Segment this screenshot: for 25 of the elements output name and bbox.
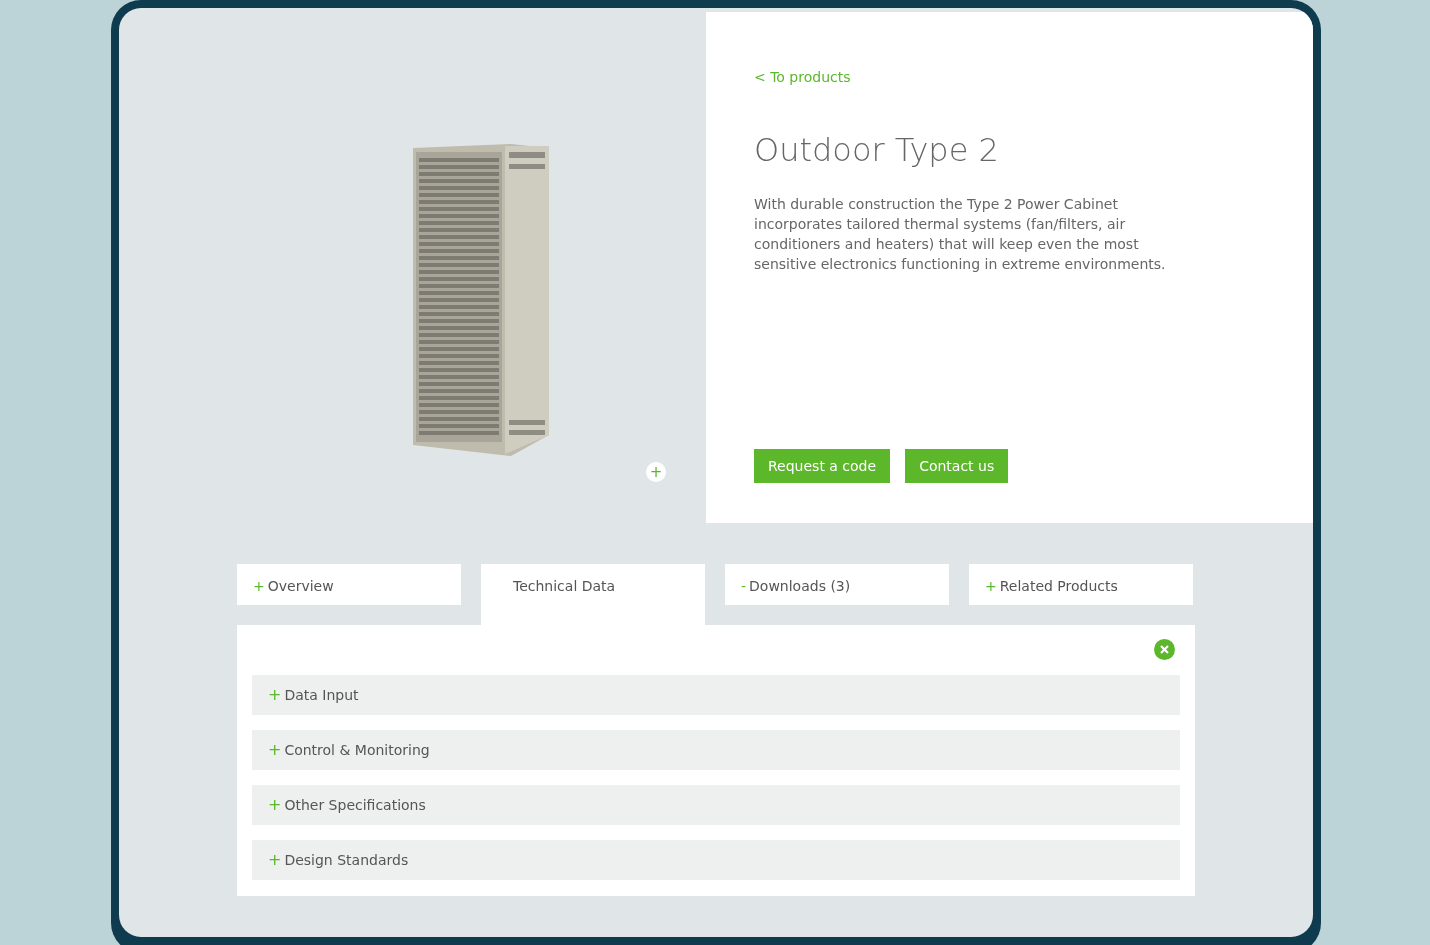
tab[interactable]: + Related Products <box>969 564 1193 605</box>
expand-marker: + <box>253 577 265 596</box>
section-label: Design Standards <box>284 850 409 870</box>
expand-marker: + <box>985 577 997 596</box>
accordion-header[interactable]: + Design Standards <box>252 840 1180 880</box>
tab[interactable]: - Downloads (3) <box>725 564 949 605</box>
expand-marker: + <box>268 684 282 706</box>
tab-label: Downloads (3) <box>749 577 851 596</box>
tab-label: Related Products <box>999 577 1118 596</box>
accordion-header[interactable]: + Data Input <box>252 675 1180 715</box>
tab[interactable]: + Overview <box>237 564 461 605</box>
expand-marker: + <box>268 739 282 761</box>
expand-marker: + <box>268 849 282 871</box>
accordion-header[interactable]: + Control & Monitoring <box>252 730 1180 770</box>
section-label: Other Specifications <box>284 795 426 815</box>
tab[interactable]: Technical Data <box>481 564 705 625</box>
expand-marker: - <box>741 577 747 596</box>
tab-label: Overview <box>267 577 334 596</box>
product-description: With durable construction the Type 2 Power Cabinet incorporates tailored thermal systems (fan/filters, air conditioners and heaters) that will keep even the most sensitive electronics functioning in extreme environments. <box>754 195 1167 274</box>
section-label: Control & Monitoring <box>284 740 430 760</box>
accordion-header[interactable]: + Other Specifications <box>252 785 1180 825</box>
close-icon[interactable] <box>1154 639 1175 660</box>
product-title: Outdoor Type 2 <box>754 130 999 170</box>
section-label: Data Input <box>284 685 359 705</box>
expand-marker: + <box>268 794 282 816</box>
